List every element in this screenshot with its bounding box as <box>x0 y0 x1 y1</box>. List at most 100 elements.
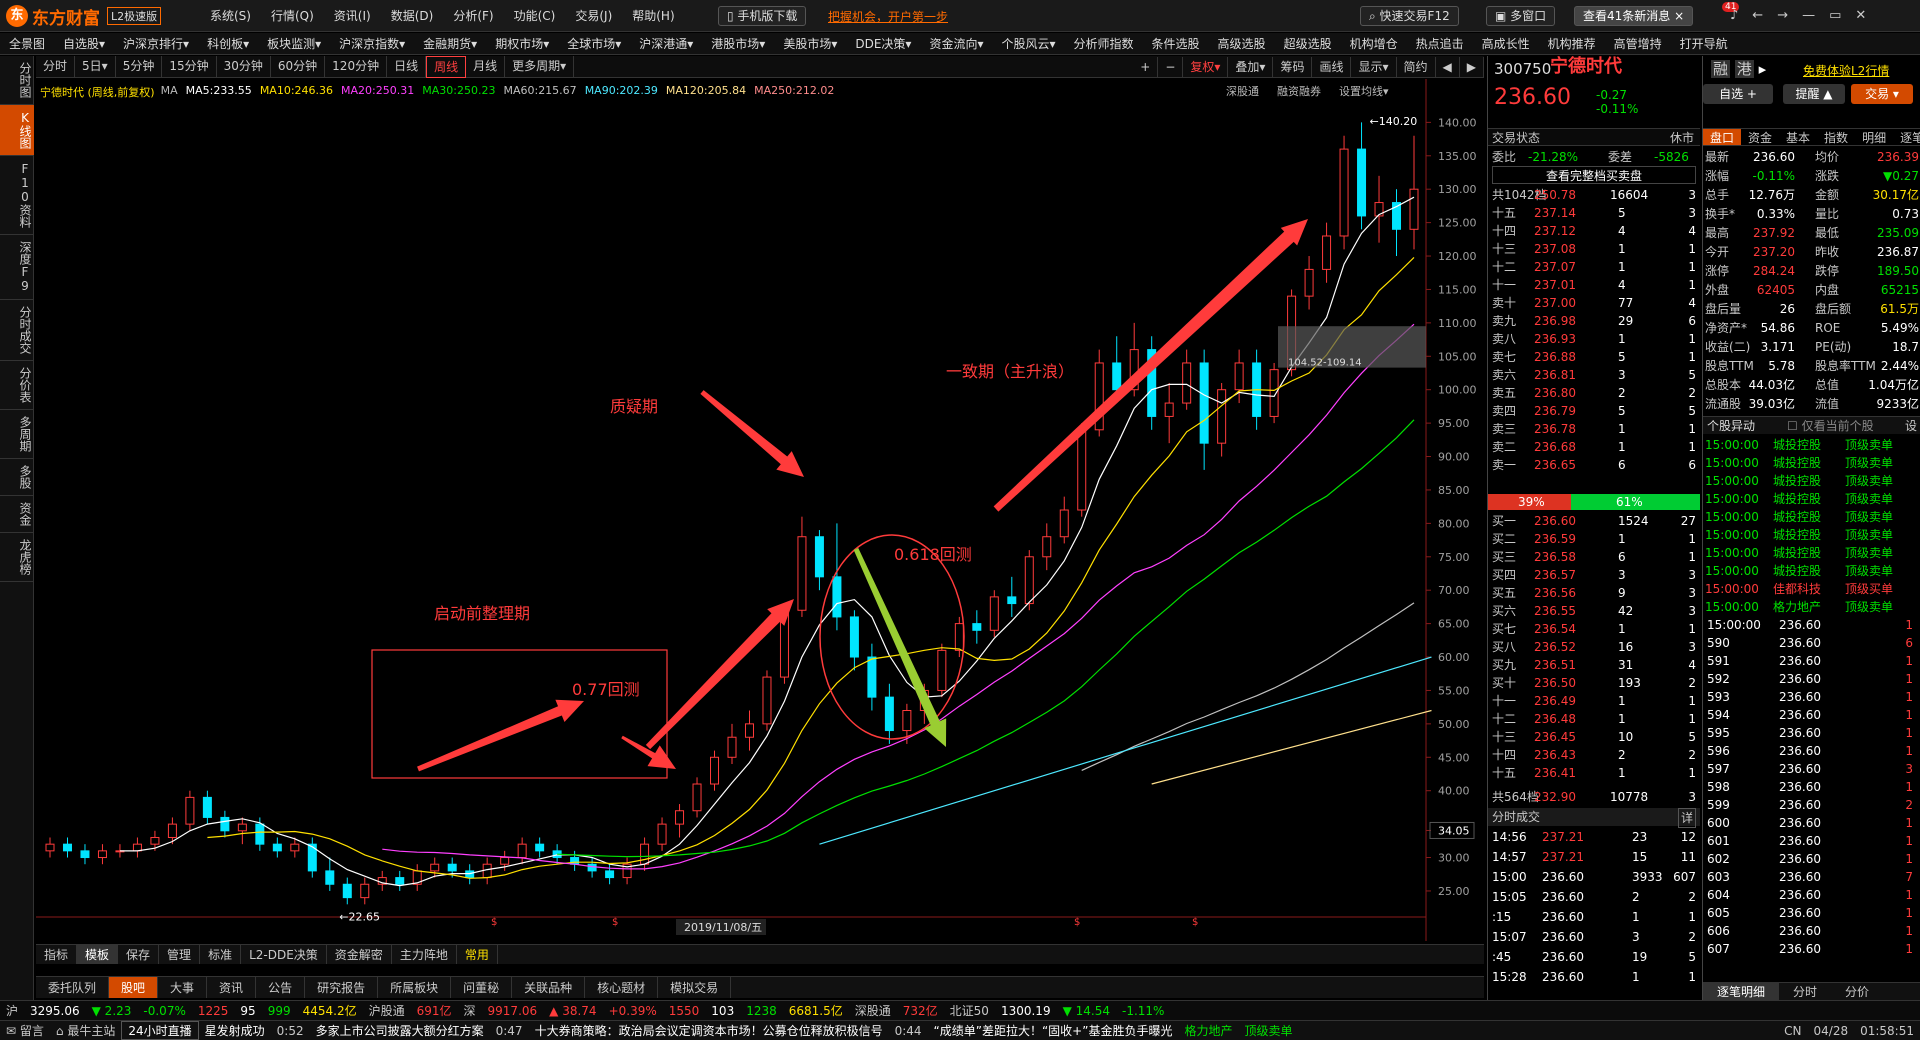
quote-tab[interactable]: 指数 <box>1817 129 1855 145</box>
anomaly-row[interactable]: 15:00:00 城投控股 顶级卖单 <box>1705 544 1919 562</box>
period-button[interactable]: 120分钟 <box>325 55 388 78</box>
period-button[interactable]: 30分钟 <box>217 55 271 78</box>
promo-link[interactable]: 把握机会，开户第一步 <box>828 8 948 25</box>
info-tab[interactable]: 大事 <box>158 977 208 998</box>
indicator-tab[interactable]: 模板 <box>77 945 119 964</box>
info-tab[interactable]: 所属板块 <box>378 977 452 998</box>
market-menu-item[interactable]: 打开导航 <box>1671 33 1737 54</box>
anomaly-row[interactable]: 15:00:00 城投控股 顶级卖单 <box>1705 454 1919 472</box>
close-icon[interactable]: × <box>1674 9 1684 23</box>
period-button[interactable]: 5日▾ <box>75 55 116 78</box>
live-link[interactable]: 24小时直播 <box>121 1021 199 1040</box>
market-menu-item[interactable]: 美股市场▾ <box>774 33 846 54</box>
anomaly-row[interactable]: 15:00:00 格力地产 顶级卖单 <box>1705 598 1919 616</box>
next-icon[interactable]: ▶ <box>1460 56 1484 77</box>
left-tab[interactable]: 分时成交 <box>0 300 34 361</box>
zoom-in-icon[interactable]: + <box>1133 56 1159 77</box>
restore-icon[interactable]: ▭ <box>1829 8 1855 23</box>
trade-button[interactable]: 交易 ▾ <box>1851 84 1913 104</box>
period-button[interactable]: 日线 <box>387 55 427 78</box>
kline-svg[interactable]: 140.00 135.00 130.00 125.00 120.00 115.00 110.… <box>36 79 1484 941</box>
info-tab[interactable]: 资讯 <box>207 977 257 998</box>
news-item[interactable]: 十大券商策略：政治局会议定调资本市场！公募仓位释放积极信号 <box>529 1022 889 1039</box>
main-site-link[interactable]: ⌂ 最牛主站 <box>50 1022 121 1039</box>
only-current-checkbox[interactable]: ☐ 仅看当前个股 <box>1787 417 1874 435</box>
market-menu-item[interactable]: 超级选股 <box>1275 33 1341 54</box>
market-menu-item[interactable]: 个股风云▾ <box>992 33 1064 54</box>
back-icon[interactable]: ← <box>1752 8 1777 23</box>
ticks-detail-button[interactable]: 详 <box>1677 808 1696 828</box>
market-menu-item[interactable]: 高成长性 <box>1473 33 1539 54</box>
main-menu-item[interactable]: 数据(D) <box>381 7 444 24</box>
indicator-tab[interactable]: 常用 <box>457 945 498 964</box>
market-menu-item[interactable]: 沪深京排行▾ <box>114 33 198 54</box>
anomaly-row[interactable]: 15:00:00 城投控股 顶级卖单 <box>1705 472 1919 490</box>
remind-button[interactable]: 提醒 ▲ <box>1783 84 1845 104</box>
anomaly-row[interactable]: 15:00:00 佳都科技 顶级买单 <box>1705 580 1919 598</box>
market-menu-item[interactable]: 科创板▾ <box>198 33 258 54</box>
bell-icon[interactable]: ♪ <box>1730 8 1752 23</box>
news-item[interactable]: “成绩单”差距拉大！“固收+”基金胜负手曝光 <box>928 1022 1179 1039</box>
quote-tab[interactable]: 基本 <box>1779 129 1817 145</box>
info-tab[interactable]: 研究报告 <box>305 977 379 998</box>
chart-tool-button[interactable]: 复权▾ <box>1183 56 1229 77</box>
left-tab[interactable]: K线图 <box>0 105 34 156</box>
market-menu-item[interactable]: 资金流向▾ <box>920 33 992 54</box>
mobile-download-button[interactable]: ▯ 手机版下载 <box>718 6 807 26</box>
forward-icon[interactable]: → <box>1777 8 1802 23</box>
main-menu-item[interactable]: 行情(Q) <box>261 7 324 24</box>
info-tab[interactable]: 委托队列 <box>36 977 110 998</box>
quote-tab[interactable]: 逐笔 <box>1893 129 1920 145</box>
zhubi-tab[interactable]: 逐笔明细 <box>1703 983 1780 1000</box>
indicator-tab[interactable]: L2-DDE决策 <box>241 945 327 964</box>
chart-tool-button[interactable]: 叠加▾ <box>1228 56 1274 77</box>
chart-subbar-item[interactable]: 融资融券 <box>1277 83 1321 99</box>
zhubi-tab[interactable]: 分时 <box>1779 983 1831 1000</box>
market-menu-item[interactable]: 条件选股 <box>1143 33 1209 54</box>
main-menu-item[interactable]: 交易(J) <box>565 7 622 24</box>
info-tab[interactable]: 问董秘 <box>451 977 513 998</box>
info-tab[interactable]: 公告 <box>256 977 306 998</box>
market-menu-item[interactable]: 全景图 <box>0 33 54 54</box>
anomaly-row[interactable]: 15:00:00 城投控股 顶级卖单 <box>1705 436 1919 454</box>
main-menu-item[interactable]: 分析(F) <box>443 7 503 24</box>
l2-icon[interactable]: 融 港 ▸ <box>1711 60 1766 78</box>
period-button[interactable]: 15分钟 <box>162 55 217 78</box>
period-button[interactable]: 更多周期▾ <box>505 55 575 78</box>
market-menu-item[interactable]: 金融期货▾ <box>414 33 486 54</box>
indicator-tab[interactable]: 管理 <box>159 945 201 964</box>
quote-tab[interactable]: 盘口 <box>1703 129 1742 145</box>
period-button[interactable]: 分时 <box>36 55 76 78</box>
left-tab[interactable]: 分价表 <box>0 361 34 410</box>
market-menu-item[interactable]: 机构增仓 <box>1341 33 1407 54</box>
market-menu-item[interactable]: 高管增持 <box>1605 33 1671 54</box>
market-menu-item[interactable]: 全球市场▾ <box>558 33 630 54</box>
quote-tab[interactable]: 明细 <box>1855 129 1893 145</box>
market-menu-item[interactable]: 港股市场▾ <box>702 33 774 54</box>
full-depth-button[interactable]: 查看完整档买卖盘 <box>1492 166 1696 184</box>
info-tab[interactable]: 模拟交易 <box>658 977 732 998</box>
multi-window-button[interactable]: ▣ 多窗口 <box>1486 6 1556 26</box>
market-menu-item[interactable]: 高级选股 <box>1209 33 1275 54</box>
add-favorite-button[interactable]: 自选 + <box>1703 84 1773 104</box>
info-tab[interactable]: 核心题材 <box>585 977 659 998</box>
chart-subbar-item[interactable]: 设置均线▾ <box>1339 83 1389 99</box>
news-item[interactable]: 多家上市公司披露大额分红方案 <box>310 1022 490 1039</box>
message-link[interactable]: ✉ 留言 <box>0 1022 50 1039</box>
indicator-tab[interactable]: 指标 <box>36 945 78 964</box>
left-tab[interactable]: F10资料 <box>0 156 34 235</box>
main-menu-item[interactable]: 功能(C) <box>504 7 566 24</box>
l2-trial-link[interactable]: 免费体验L2行情 <box>1803 62 1889 80</box>
anomaly-row[interactable]: 15:00:00 城投控股 顶级卖单 <box>1705 508 1919 526</box>
left-tab[interactable]: 龙虎榜 <box>0 533 34 582</box>
left-tab[interactable]: 多股 <box>0 459 34 496</box>
main-menu-item[interactable]: 系统(S) <box>200 7 261 24</box>
main-menu-item[interactable]: 帮助(H) <box>622 7 684 24</box>
chart-tool-button[interactable]: 画线 <box>1312 56 1352 77</box>
period-button[interactable]: 5分钟 <box>116 55 163 78</box>
left-tab[interactable]: 分时图 <box>0 56 34 105</box>
market-menu-item[interactable]: 自选股▾ <box>54 33 114 54</box>
anomaly-row[interactable]: 15:00:00 城投控股 顶级卖单 <box>1705 526 1919 544</box>
news-button[interactable]: 查看41条新消息 × <box>1574 6 1694 26</box>
indicator-tab[interactable]: 标准 <box>200 945 242 964</box>
